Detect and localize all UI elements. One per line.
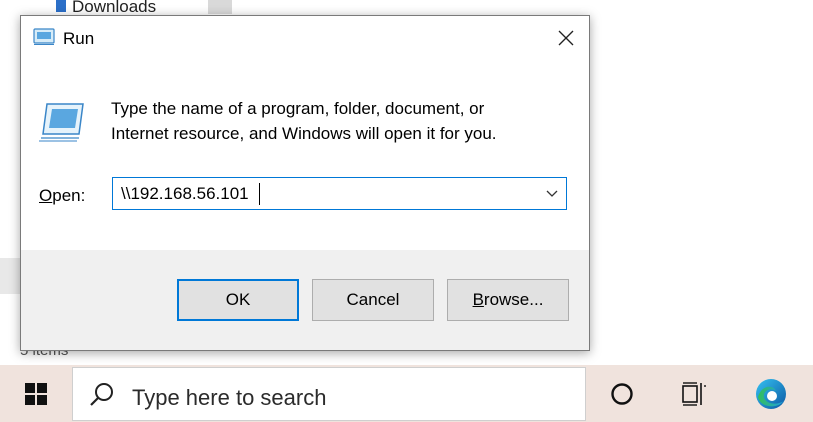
- close-icon: [558, 30, 574, 46]
- title-bar[interactable]: Run: [21, 16, 589, 60]
- program-window-icon: [39, 103, 84, 142]
- description-line-2: Internet resource, and Windows will open…: [111, 124, 497, 143]
- search-icon: [90, 383, 113, 406]
- taskbar: Type here to search: [0, 365, 813, 422]
- run-dialog: Run Type the name of a program, folder, …: [20, 15, 590, 351]
- downloads-label: Downloads: [72, 0, 157, 14]
- cancel-button[interactable]: Cancel: [312, 279, 434, 321]
- open-label: Open:: [39, 186, 85, 206]
- cortana-button[interactable]: [596, 365, 648, 422]
- task-view-icon: [682, 381, 706, 406]
- edge-icon: [756, 378, 786, 409]
- windows-start-icon: [25, 382, 47, 405]
- ok-button[interactable]: OK: [177, 279, 299, 321]
- open-label-accelerator: O: [39, 186, 53, 205]
- dialog-title: Run: [63, 29, 95, 48]
- start-button[interactable]: [0, 365, 72, 422]
- open-dropdown-button[interactable]: [538, 178, 566, 209]
- task-view-button[interactable]: [668, 365, 720, 422]
- close-button[interactable]: [543, 16, 589, 60]
- search-placeholder: Type here to search: [132, 385, 327, 410]
- edge-button[interactable]: [745, 365, 797, 422]
- open-combobox[interactable]: [112, 177, 567, 210]
- background-scrollbar: [208, 0, 232, 14]
- background-selection-strip: [0, 258, 20, 294]
- taskbar-search-box[interactable]: Type here to search: [72, 367, 586, 421]
- open-label-text: pen:: [52, 186, 86, 205]
- cortana-icon: [611, 382, 633, 405]
- button-bar: OK Cancel Browse...: [21, 250, 589, 350]
- text-caret: [259, 183, 260, 205]
- browse-button[interactable]: Browse...: [447, 279, 569, 321]
- description-line-1: Type the name of a program, folder, docu…: [111, 99, 485, 118]
- browse-label-text: rowse...: [483, 290, 544, 309]
- run-icon: [33, 28, 55, 45]
- chevron-down-icon: [546, 190, 558, 197]
- background-downloads-item: Downloads: [56, 0, 156, 14]
- browse-accelerator: B: [472, 290, 484, 309]
- dialog-description: Type the name of a program, folder, docu…: [111, 96, 571, 146]
- open-input[interactable]: [113, 178, 533, 209]
- download-folder-icon: [56, 0, 66, 12]
